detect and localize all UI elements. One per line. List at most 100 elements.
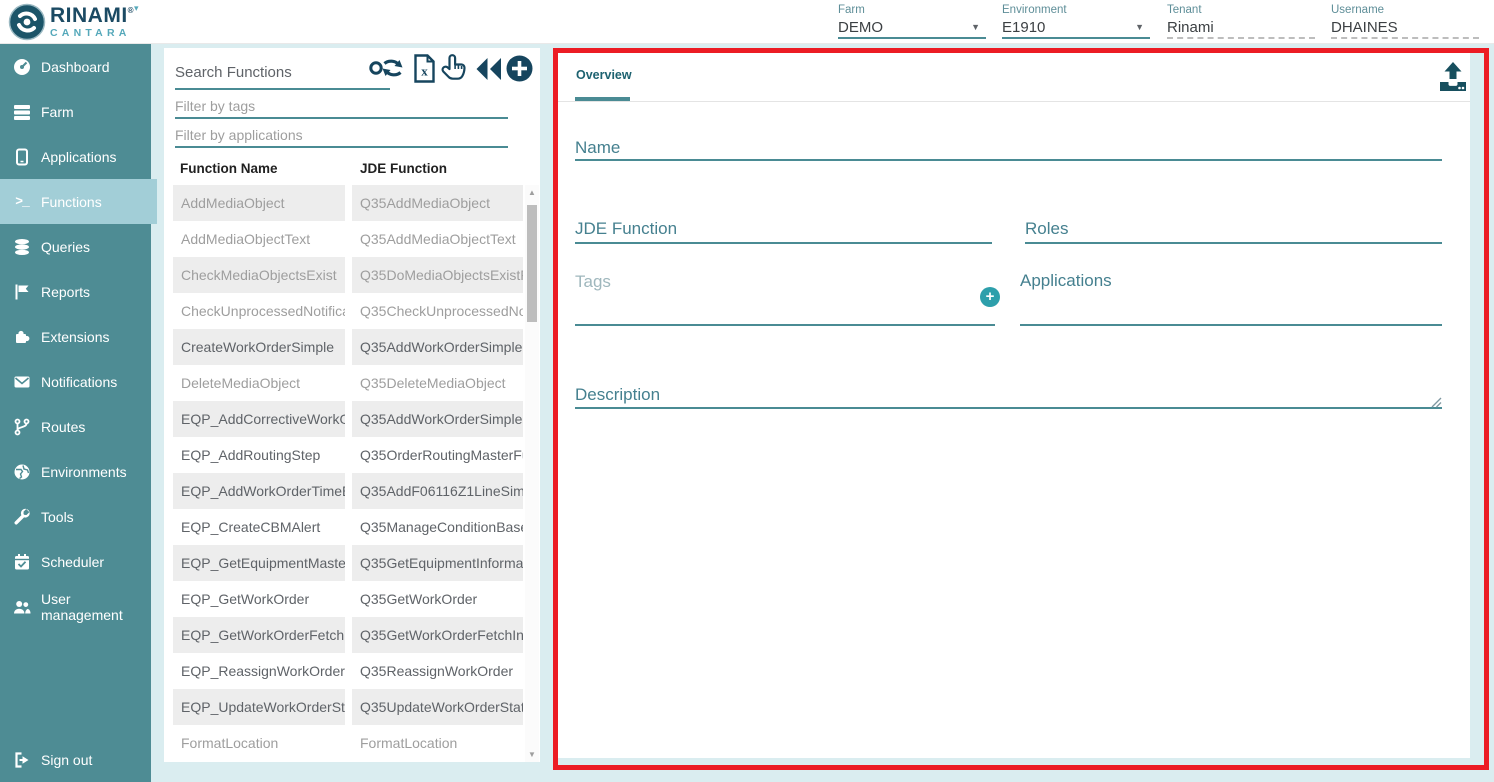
jde-function-cell: Q35AddWorkOrderSimple [352, 329, 523, 365]
function-name-cell: EQP_UpdateWorkOrderSta [173, 689, 345, 725]
sidebar-item-farm[interactable]: Farm [0, 89, 151, 134]
tags-filter-underline [175, 117, 508, 119]
scrollbar-up-icon[interactable]: ▲ [525, 188, 539, 197]
sidebar-item-label: Environments [41, 464, 127, 480]
filter-by-tags-input[interactable]: Filter by tags [175, 98, 255, 114]
database-icon [13, 238, 31, 256]
add-function-icon[interactable] [506, 55, 533, 87]
function-row[interactable]: EQP_AddWorkOrderTimeEnQ35AddF06116Z1Line… [164, 473, 540, 509]
sidebar-item-queries[interactable]: Queries [0, 224, 151, 269]
sidebar-item-environments[interactable]: Environments [0, 449, 151, 494]
farm-dropdown-icon[interactable]: ▼ [971, 22, 980, 32]
jde-function-cell: Q35GetWorkOrderFetchInf [352, 617, 523, 653]
rewind-icon[interactable] [476, 57, 502, 86]
username-value: DHAINES [1331, 19, 1398, 36]
sidebar-item-dashboard[interactable]: Dashboard [0, 44, 151, 89]
server-stack-icon [13, 103, 31, 121]
description-underline [575, 407, 1442, 409]
puzzle-icon [13, 328, 31, 346]
function-row[interactable]: CreateWorkOrderSimpleQ35AddWorkOrderSimp… [164, 329, 540, 365]
sign-out-icon [13, 751, 31, 769]
function-name-cell: CheckMediaObjectsExist [173, 257, 345, 293]
environment-label: Environment [1002, 4, 1150, 17]
jde-function-cell: Q35DoMediaObjectsExistF [352, 257, 523, 293]
tab-overview[interactable]: Overview [576, 68, 632, 82]
add-tag-button[interactable]: + [980, 287, 1000, 307]
function-row[interactable]: EQP_CreateCBMAlertQ35ManageConditionBase [164, 509, 540, 545]
farm-select[interactable]: Farm DEMO ▼ [838, 4, 986, 40]
environment-value: E1910 [1002, 19, 1045, 36]
sidebar-item-extensions[interactable]: Extensions [0, 314, 151, 359]
sidebar-item-user-management[interactable]: User management [0, 584, 151, 629]
function-row[interactable]: EQP_GetWorkOrderQ35GetWorkOrder [164, 581, 540, 617]
sidebar-item-label: Notifications [41, 374, 117, 390]
sidebar-item-label: User management [41, 591, 151, 623]
scrollbar-thumb[interactable] [527, 205, 537, 322]
function-name-cell: AddMediaObject [173, 185, 345, 221]
dashboard-icon [13, 58, 31, 76]
function-row[interactable]: CheckUnprocessedNotificaQ35CheckUnproces… [164, 293, 540, 329]
table-scrollbar[interactable]: ▲ ▼ [525, 185, 539, 762]
sidebar-item-notifications[interactable]: Notifications [0, 359, 151, 404]
search-input[interactable]: Search Functions [175, 64, 292, 81]
filter-by-applications-input[interactable]: Filter by applications [175, 127, 303, 143]
sidebar-item-label: Reports [41, 284, 90, 300]
scrollbar-down-icon[interactable]: ▼ [525, 750, 539, 759]
logo-icon [8, 3, 46, 41]
function-row[interactable]: EQP_AddRoutingStepQ35OrderRoutingMasterF… [164, 437, 540, 473]
function-row[interactable]: FormatLocationFormatLocation [164, 725, 540, 761]
tablet-icon [13, 148, 31, 166]
export-excel-icon[interactable]: x [414, 54, 435, 88]
description-input[interactable]: Description [575, 385, 660, 405]
jde-function-cell: Q35AddMediaObjectText [352, 221, 523, 257]
function-row[interactable]: EQP_UpdateWorkOrderStaQ35UpdateWorkOrder… [164, 689, 540, 725]
sidebar-item-label: Queries [41, 239, 90, 255]
sidebar-item-reports[interactable]: Reports [0, 269, 151, 314]
environment-dropdown-icon[interactable]: ▼ [1135, 22, 1144, 32]
sidebar-item-functions[interactable]: >_ Functions [0, 179, 157, 224]
username-label: Username [1331, 4, 1479, 17]
jde-function-input[interactable]: JDE Function [575, 219, 677, 239]
sync-functions-icon[interactable] [368, 53, 404, 88]
jde-function-underline [575, 242, 992, 244]
upload-icon[interactable] [1438, 61, 1468, 98]
applications-input[interactable]: Applications [1020, 271, 1112, 291]
functions-table: AddMediaObjectQ35AddMediaObject AddMedia… [164, 185, 540, 761]
function-row[interactable]: EQP_AddCorrectiveWorkOrQ35AddWorkOrderSi… [164, 401, 540, 437]
username-field[interactable]: Username DHAINES [1331, 4, 1479, 40]
farm-value: DEMO [838, 19, 883, 36]
environment-select[interactable]: Environment E1910 ▼ [1002, 4, 1150, 40]
tenant-field[interactable]: Tenant Rinami [1167, 4, 1315, 40]
roles-input[interactable]: Roles [1025, 219, 1068, 239]
terminal-icon: >_ [13, 193, 31, 211]
function-name-cell: EQP_ReassignWorkOrder [173, 653, 345, 689]
function-name-cell: EQP_GetWorkOrderFetchIn [173, 617, 345, 653]
sidebar-item-label: Scheduler [41, 554, 104, 570]
function-row[interactable]: DeleteMediaObjectQ35DeleteMediaObject [164, 365, 540, 401]
function-name-cell: CheckUnprocessedNotifica [173, 293, 345, 329]
sidebar-item-tools[interactable]: Tools [0, 494, 151, 539]
tags-input[interactable]: Tags [575, 272, 611, 292]
function-row[interactable]: EQP_ReassignWorkOrderQ35ReassignWorkOrde… [164, 653, 540, 689]
function-name-cell: EQP_AddRoutingStep [173, 437, 345, 473]
jde-function-cell: Q35CheckUnprocessedNo [352, 293, 523, 329]
function-row[interactable]: AddMediaObjectQ35AddMediaObject [164, 185, 540, 221]
sidebar-item-routes[interactable]: Routes [0, 404, 151, 449]
sidebar-item-applications[interactable]: Applications [0, 134, 151, 179]
sidebar-nav: Dashboard Farm Applications >_ Functions… [0, 44, 151, 782]
function-row[interactable]: EQP_GetWorkOrderFetchInQ35GetWorkOrderFe… [164, 617, 540, 653]
hand-pointer-icon[interactable] [440, 53, 467, 88]
function-name-cell: AddMediaObjectText [173, 221, 345, 257]
logo-registered-mark: ® [128, 6, 134, 15]
jde-function-cell: Q35ManageConditionBase [352, 509, 523, 545]
sidebar-item-label: Farm [41, 104, 74, 120]
textarea-resize-grip[interactable] [1430, 395, 1442, 413]
function-row[interactable]: EQP_GetEquipmentMasterQ35GetEquipmentInf… [164, 545, 540, 581]
name-input[interactable]: Name [575, 138, 620, 158]
function-row[interactable]: CheckMediaObjectsExistQ35DoMediaObjectsE… [164, 257, 540, 293]
jde-function-cell: Q35AddF06116Z1LineSim [352, 473, 523, 509]
search-underline [175, 88, 390, 90]
function-row[interactable]: AddMediaObjectTextQ35AddMediaObjectText [164, 221, 540, 257]
sidebar-item-scheduler[interactable]: Scheduler [0, 539, 151, 584]
sidebar-item-sign-out[interactable]: Sign out [0, 737, 151, 782]
